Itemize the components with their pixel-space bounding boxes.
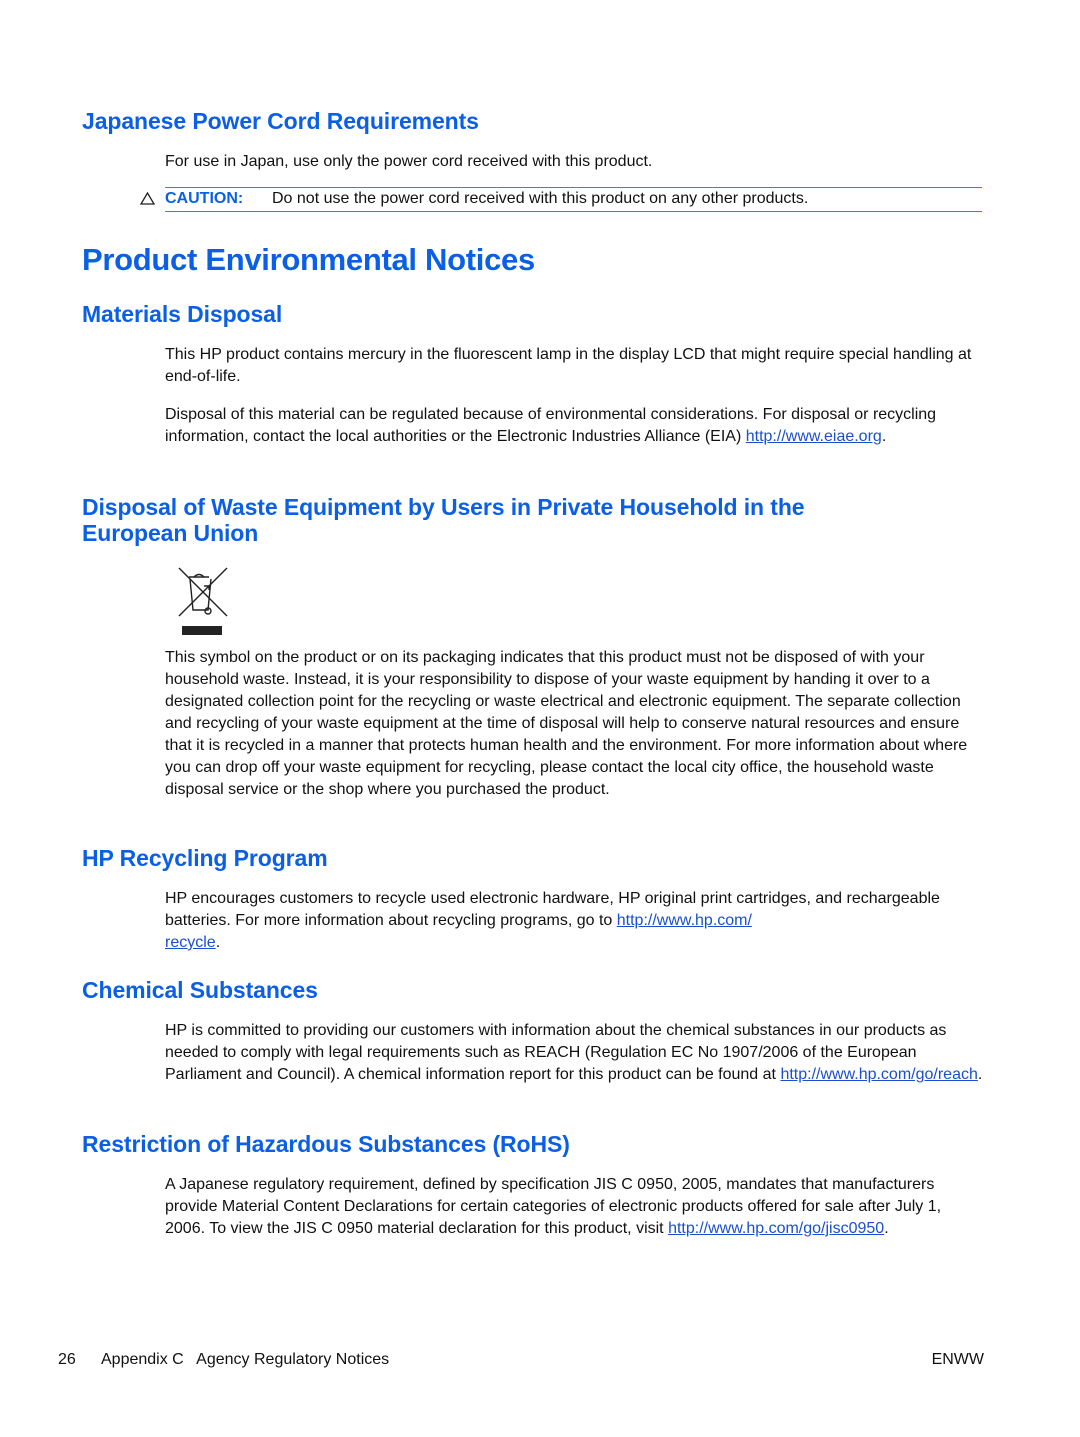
page-title: Product Environmental Notices [82, 242, 535, 277]
jisc0950-link[interactable]: http://www.hp.com/go/jisc0950 [668, 1220, 884, 1237]
weee-body: This symbol on the product or on its pac… [165, 649, 968, 798]
caution-triangle-icon [139, 191, 156, 210]
materials-disposal-heading: Materials Disposal [82, 301, 283, 327]
caution-rule-top [165, 187, 982, 188]
hp-recycling-heading: HP Recycling Program [82, 845, 328, 871]
materials-disposal-para1: This HP product contains mercury in the … [165, 346, 972, 385]
japanese-power-cord-body: For use in Japan, use only the power cor… [165, 153, 653, 170]
footer-locale: ENWW [931, 1351, 984, 1368]
hp-recycling-text: HP encourages customers to recycle used … [165, 890, 940, 929]
period: . [884, 1220, 889, 1237]
hp-recycle-link-part2[interactable]: recycle [165, 934, 216, 951]
weee-heading: Disposal of Waste Equipment by Users in … [82, 494, 805, 546]
reach-link[interactable]: http://www.hp.com/go/reach [780, 1066, 977, 1083]
eiae-link[interactable]: http://www.eiae.org [746, 428, 882, 445]
chemical-substances-heading: Chemical Substances [82, 977, 318, 1003]
period: . [215, 934, 221, 951]
footer-page-number: 26 [58, 1351, 76, 1368]
caution-rule-bottom [165, 211, 982, 212]
footer-chapter: Appendix C Agency Regulatory Notices [101, 1351, 390, 1368]
chemical-substances-body: HP is committed to providing our custome… [165, 1020, 985, 1086]
caution-note: CAUTION: Do not use the power cord recei… [139, 187, 982, 212]
rohs-body: A Japanese regulatory requirement, defin… [165, 1174, 985, 1240]
period: . [881, 428, 887, 445]
period: . [977, 1066, 983, 1083]
hp-recycling-body: HP encourages customers to recycle used … [165, 888, 985, 954]
weee-heading-line2: European Union [82, 520, 259, 546]
caution-label: CAUTION: [165, 190, 244, 207]
hp-recycle-link-part1[interactable]: http://www.hp.com/ [617, 912, 752, 929]
japanese-power-cord-heading: Japanese Power Cord Requirements [82, 108, 479, 134]
caution-text: Do not use the power cord received with … [272, 190, 809, 207]
rohs-heading: Restriction of Hazardous Substances (RoH… [82, 1131, 570, 1157]
weee-heading-line1: Disposal of Waste Equipment by Users in … [82, 494, 805, 520]
materials-disposal-para2: Disposal of this material can be regulat… [165, 404, 985, 448]
crossed-out-wheelie-bin-icon [178, 566, 230, 643]
